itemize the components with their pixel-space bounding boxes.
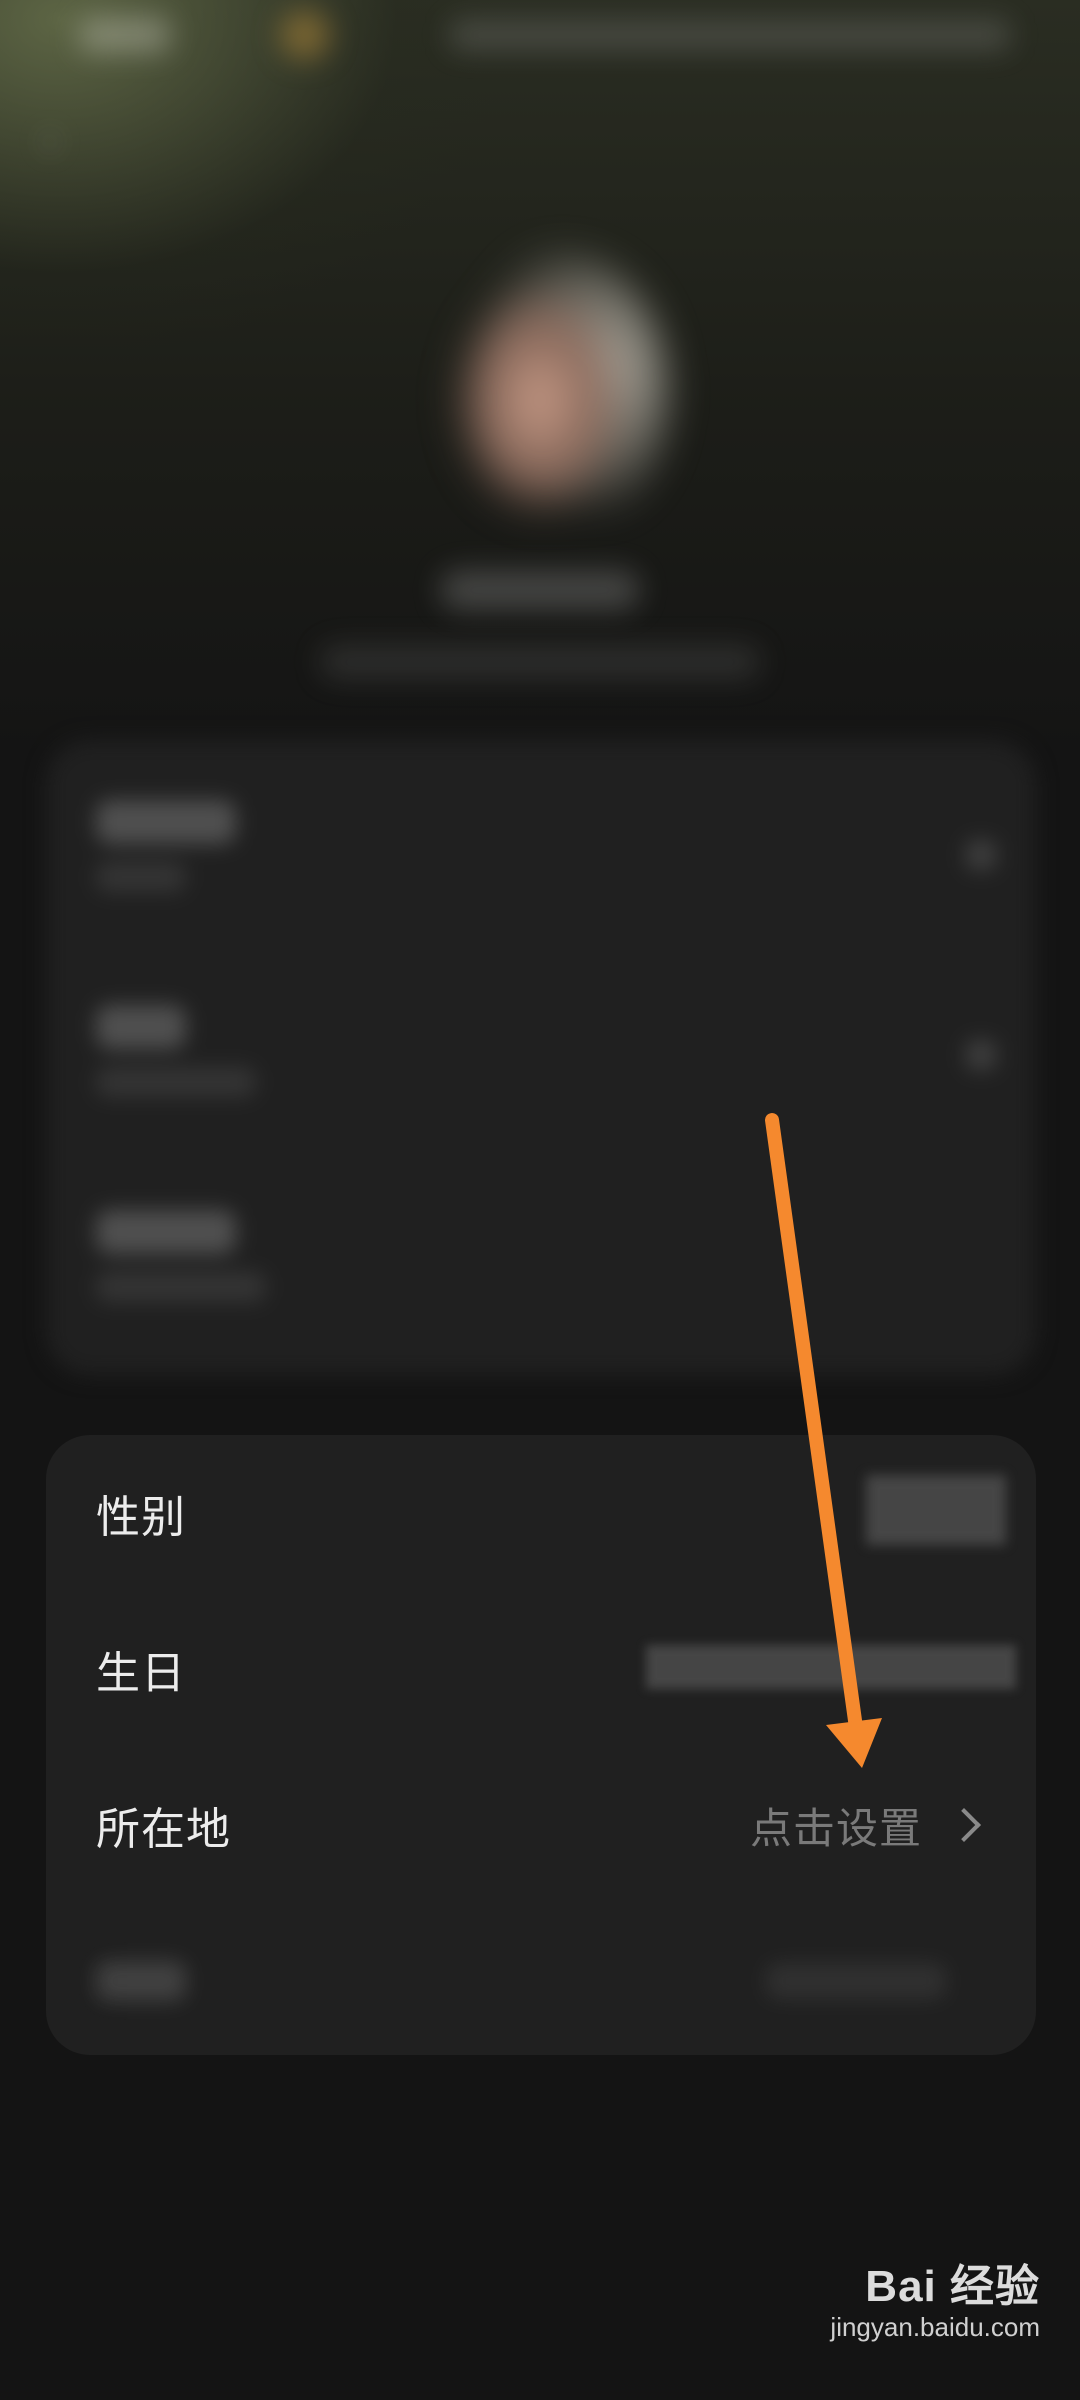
gender-value-mosaic <box>866 1475 1006 1545</box>
birthday-label: 生日 <box>96 1648 186 1699</box>
birthday-value-mosaic <box>646 1645 1016 1689</box>
location-row[interactable]: 所在地 点击设置 <box>46 1747 1036 1903</box>
hidden-row[interactable] <box>46 1903 1036 2055</box>
account-row-id[interactable] <box>96 1005 256 1097</box>
location-label: 所在地 <box>96 1804 231 1855</box>
chevron-right-icon <box>966 1040 996 1070</box>
chevron-right-icon <box>966 840 996 870</box>
account-row-nickname[interactable] <box>96 800 236 892</box>
avatar[interactable] <box>440 250 670 540</box>
watermark-url: jingyan.baidu.com <box>830 2312 1040 2342</box>
account-row-intro[interactable] <box>96 1210 266 1302</box>
baidu-logo: Bai 经验 <box>865 2262 1040 2311</box>
profile-name <box>440 570 640 610</box>
location-value: 点击设置 <box>749 1803 922 1853</box>
gender-label: 性别 <box>96 1492 186 1543</box>
status-bar <box>0 0 1080 70</box>
personal-info-card: 性别 生日 所在地 点击设置 <box>46 1435 1036 2055</box>
back-arrow-icon[interactable]: ‹ <box>40 110 100 170</box>
account-info-card <box>46 740 1036 1375</box>
profile-signature <box>320 645 760 679</box>
baidu-jingyan-watermark: Bai 经验 jingyan.baidu.com <box>810 2250 1040 2360</box>
chevron-right-icon <box>947 1808 981 1842</box>
